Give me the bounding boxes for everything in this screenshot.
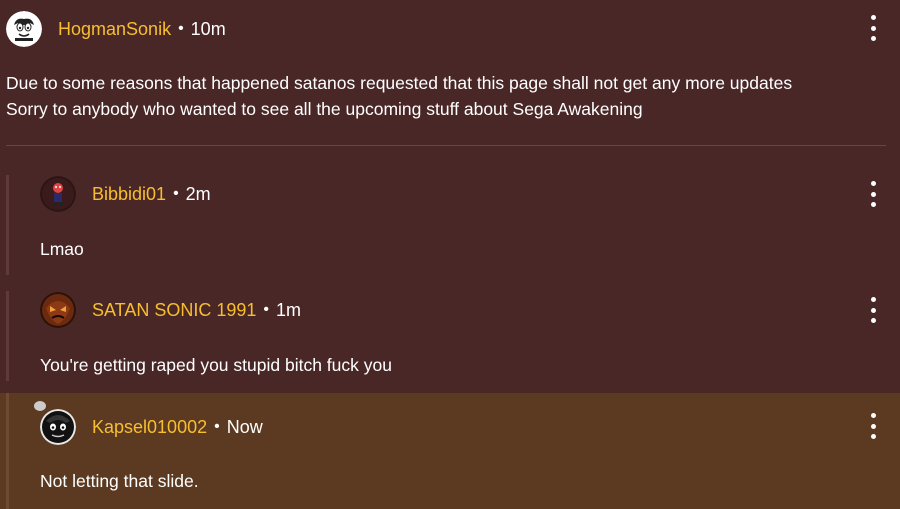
post-body: Due to some reasons that happened satano… [6, 70, 886, 122]
reply-item: Bibbidi01 • 2m Lmao [0, 175, 900, 275]
kapsel-avatar-icon[interactable] [40, 409, 76, 445]
more-options-icon[interactable] [866, 181, 880, 207]
reply-header: Bibbidi01 • 2m [40, 175, 211, 213]
bibbidi-avatar-icon[interactable] [40, 176, 76, 212]
more-options-icon[interactable] [866, 15, 880, 41]
post-text-line: Due to some reasons that happened satano… [6, 73, 793, 93]
post-text-line: Sorry to anybody who wanted to see all t… [6, 99, 643, 119]
reply-username[interactable]: Bibbidi01 [92, 184, 166, 205]
sonic-face-avatar-icon[interactable] [6, 11, 42, 47]
avatar-wrapper [34, 401, 76, 445]
reply-item: SATAN SONIC 1991 • 1m You're getting rap… [0, 291, 900, 381]
separator-dot: • [214, 418, 220, 435]
satan-sonic-avatar-icon[interactable] [40, 292, 76, 328]
thread-line [6, 393, 9, 509]
reply-text: Not letting that slide. [40, 471, 199, 491]
reply-timestamp: Now [226, 416, 263, 437]
more-options-icon[interactable] [866, 413, 880, 439]
reply-username[interactable]: SATAN SONIC 1991 [92, 300, 256, 321]
post-username[interactable]: HogmanSonik [58, 19, 171, 40]
reply-text: You're getting raped you stupid bitch fu… [40, 355, 392, 375]
separator-dot: • [173, 185, 179, 202]
more-options-icon[interactable] [866, 297, 880, 323]
reply-header: SATAN SONIC 1991 • 1m [40, 291, 301, 329]
reply-timestamp: 1m [276, 299, 302, 320]
main-post: HogmanSonik • 10m Due to some reasons th… [0, 0, 900, 160]
thread-line [6, 175, 9, 275]
thread-line [6, 291, 9, 381]
reply-timestamp: 2m [185, 183, 211, 204]
speech-bubble-icon [34, 401, 46, 411]
post-divider [6, 145, 886, 146]
post-header: HogmanSonik • 10m [6, 10, 226, 48]
separator-dot: • [263, 301, 269, 318]
reply-item-highlighted: Kapsel010002 • Now Not letting that slid… [0, 393, 900, 509]
post-timestamp: 10m [190, 18, 226, 39]
reply-username[interactable]: Kapsel010002 [92, 417, 207, 438]
reply-header: Kapsel010002 • Now [34, 401, 263, 446]
separator-dot: • [178, 20, 184, 37]
reply-text: Lmao [40, 239, 84, 259]
